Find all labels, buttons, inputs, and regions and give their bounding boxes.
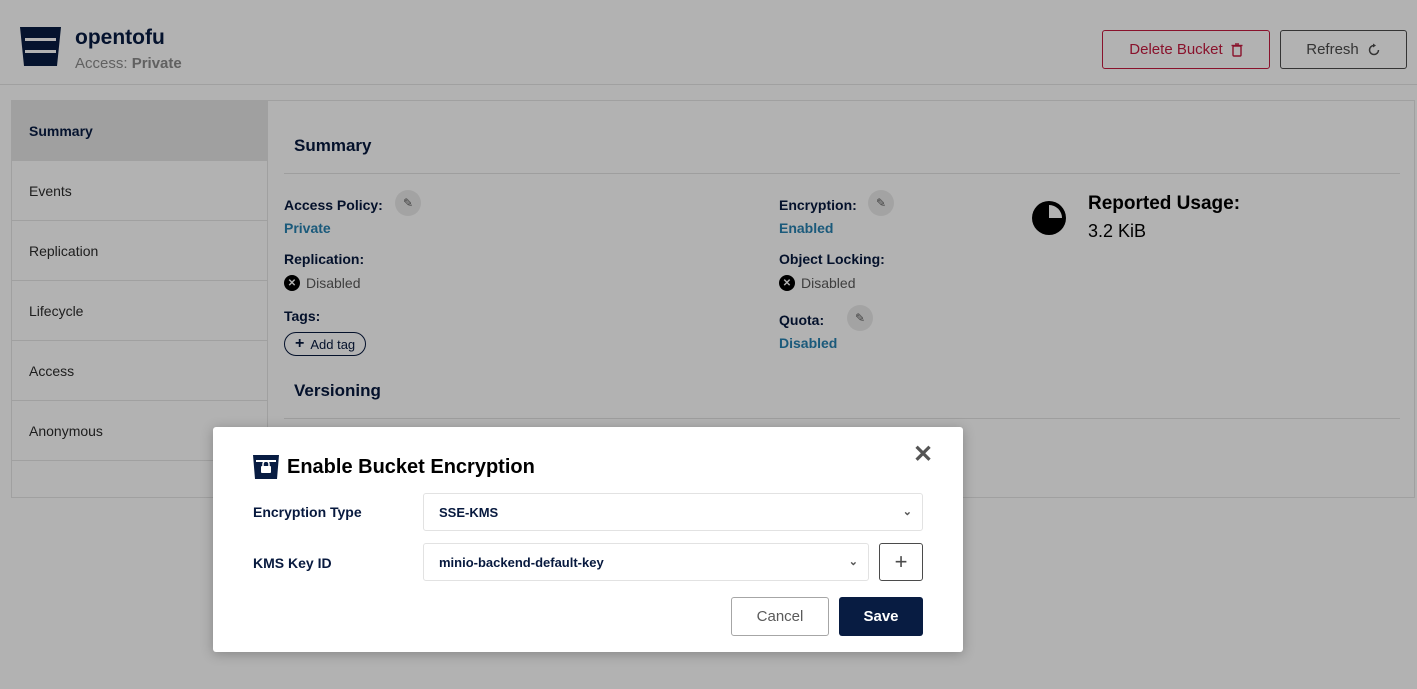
- chevron-down-icon: ⌄: [848, 556, 858, 568]
- encryption-type-value: SSE-KMS: [439, 504, 499, 520]
- kms-key-label: KMS Key ID: [253, 555, 332, 571]
- bucket-lock-icon: [253, 455, 279, 479]
- plus-icon: +: [894, 549, 908, 574]
- chevron-down-icon: ⌄: [902, 506, 912, 518]
- cancel-button[interactable]: Cancel: [731, 597, 829, 636]
- kms-key-value: minio-backend-default-key: [439, 554, 604, 570]
- close-icon[interactable]: ✕: [911, 443, 935, 467]
- save-button[interactable]: Save: [839, 597, 923, 636]
- encryption-type-select[interactable]: SSE-KMS ⌄: [423, 493, 923, 531]
- modal-title: Enable Bucket Encryption: [287, 456, 535, 478]
- enable-encryption-modal: Enable Bucket Encryption ✕ Encryption Ty…: [213, 427, 963, 652]
- add-kms-key-button[interactable]: +: [879, 543, 923, 581]
- kms-key-select[interactable]: minio-backend-default-key ⌄: [423, 543, 869, 581]
- encryption-type-label: Encryption Type: [253, 504, 362, 520]
